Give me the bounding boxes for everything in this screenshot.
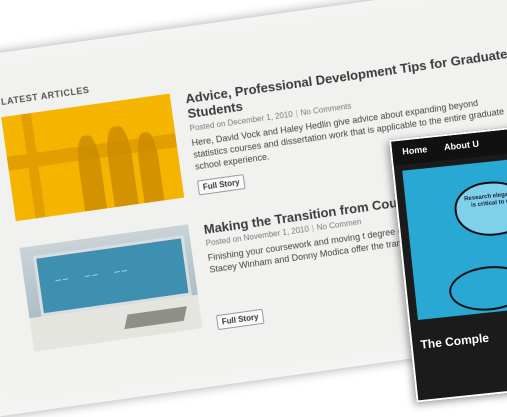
full-story-button[interactable]: Full Story	[196, 174, 246, 196]
section-title: LATEST ARTICLES	[0, 84, 90, 108]
speech-bubble-text: Research elegantly is critical to un	[463, 190, 507, 209]
article-thumbnail[interactable]: —— —— ——	[19, 224, 203, 352]
speech-bubble	[446, 262, 507, 315]
nav-home-link[interactable]: Home	[402, 144, 428, 157]
overlay-hero-image: Research elegantly is critical to un	[402, 156, 507, 320]
full-story-button[interactable]: Full Story	[215, 308, 265, 331]
nav-about-link[interactable]: About U	[444, 139, 480, 153]
article-thumbnail[interactable]	[1, 93, 185, 222]
overlay-headline[interactable]: The Comple	[420, 331, 490, 352]
overlay-page-preview: Home About U Research elegantly is criti…	[389, 123, 507, 403]
speech-bubble: Research elegantly is critical to un	[452, 177, 507, 240]
